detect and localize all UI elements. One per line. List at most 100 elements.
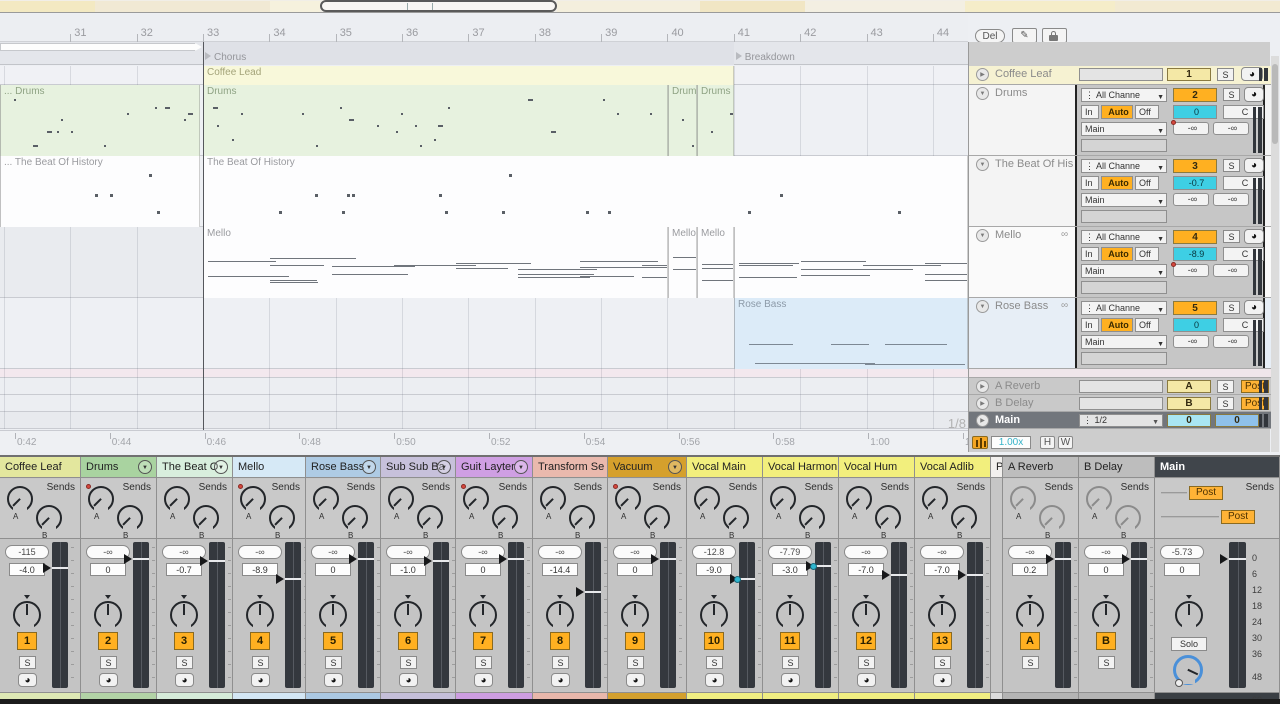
pan-knob[interactable] xyxy=(928,601,956,629)
solo-button[interactable]: S xyxy=(1223,301,1240,314)
peak-level-display[interactable]: -∞ xyxy=(538,545,582,559)
track-fold-button[interactable]: ▶ xyxy=(976,380,989,393)
track-activator[interactable]: 2 xyxy=(98,632,118,650)
send-a-knob[interactable] xyxy=(1010,486,1036,512)
track-activator[interactable]: B xyxy=(1096,632,1116,650)
send-b-knob[interactable] xyxy=(417,505,443,531)
monitor-auto-button[interactable]: Auto xyxy=(1101,318,1133,332)
mixer-track-name[interactable]: Main xyxy=(1160,461,1185,473)
track-activator[interactable]: 10 xyxy=(704,632,724,650)
level-meter[interactable] xyxy=(285,542,301,688)
monitor-in-button[interactable]: In xyxy=(1081,318,1099,332)
pan-knob[interactable] xyxy=(246,601,274,629)
track-io-display[interactable] xyxy=(1081,210,1167,223)
send-b-knob[interactable] xyxy=(492,505,518,531)
solo-button[interactable]: S xyxy=(706,656,723,669)
locator-label[interactable]: Breakdown xyxy=(745,52,795,63)
track-header-row[interactable]: ▶B DelayBSPost xyxy=(969,395,1271,412)
arrangement-clip[interactable]: Rose Bass xyxy=(734,298,968,369)
arrangement-clip[interactable]: ... Drums xyxy=(0,85,200,156)
solo-button[interactable]: Solo xyxy=(1171,637,1207,651)
mixer-track-name[interactable]: Vocal Harmon xyxy=(768,461,837,473)
arm-button[interactable]: ◕ xyxy=(474,673,493,687)
volume-field[interactable]: -4.0 xyxy=(9,563,45,576)
track-activator[interactable]: 1 xyxy=(17,632,37,650)
zoom-width-button[interactable]: W xyxy=(1058,436,1073,449)
timeline-track-lane[interactable] xyxy=(0,369,968,378)
pan-knob[interactable] xyxy=(94,601,122,629)
track-io-display[interactable] xyxy=(1079,397,1163,410)
arm-button[interactable]: ◕ xyxy=(251,673,270,687)
volume-field[interactable]: 0 xyxy=(1088,563,1124,576)
level-meter[interactable] xyxy=(1055,542,1071,688)
send-a-knob[interactable] xyxy=(922,486,948,512)
solo-button[interactable]: S xyxy=(1223,88,1240,101)
track-number-chip[interactable]: 2 xyxy=(1173,88,1217,102)
solo-button[interactable]: S xyxy=(176,656,193,669)
out-meter-value[interactable]: -∞ xyxy=(1213,193,1249,206)
fader-handle[interactable] xyxy=(882,570,890,580)
level-meter[interactable] xyxy=(52,542,68,688)
volume-field[interactable]: 0 xyxy=(1164,563,1200,576)
out-meter-value[interactable]: -∞ xyxy=(1213,335,1249,348)
volume-field[interactable]: 0 xyxy=(617,563,653,576)
monitor-off-button[interactable]: Off xyxy=(1135,247,1159,261)
send-a-knob[interactable] xyxy=(313,486,339,512)
track-name[interactable]: The Beat Of His xyxy=(995,158,1073,170)
peak-level-display[interactable]: -∞ xyxy=(238,545,282,559)
track-header-row[interactable]: ▼Drums⋮ All Channe▼InAutoOffMain▼2S◕0C-∞… xyxy=(969,85,1271,156)
peak-level-display[interactable]: -5.73 xyxy=(1160,545,1204,559)
mixer-track-name[interactable]: Guit Layter xyxy=(461,461,515,473)
volume-field[interactable]: 0 xyxy=(1173,318,1217,332)
input-channel-dropdown[interactable]: ⋮ All Channe▼ xyxy=(1081,301,1167,315)
pan-knob[interactable] xyxy=(546,601,574,629)
peak-level-display[interactable]: -∞ xyxy=(844,545,888,559)
track-io-display[interactable] xyxy=(1081,352,1167,365)
fader-handle[interactable] xyxy=(424,556,432,566)
track-number-chip[interactable]: A xyxy=(1167,380,1211,393)
output-dropdown[interactable]: Main▼ xyxy=(1081,264,1167,278)
solo-button[interactable]: S xyxy=(1217,68,1234,81)
solo-button[interactable]: S xyxy=(934,656,951,669)
monitor-in-button[interactable]: In xyxy=(1081,176,1099,190)
solo-button[interactable]: S xyxy=(782,656,799,669)
send-b-knob[interactable] xyxy=(799,505,825,531)
level-meter[interactable] xyxy=(358,542,374,688)
group-fold-button[interactable]: ▼ xyxy=(138,460,152,474)
track-name[interactable]: Drums xyxy=(995,87,1027,99)
track-activator[interactable]: 6 xyxy=(398,632,418,650)
level-meter[interactable] xyxy=(133,542,149,688)
mixer-track-name[interactable]: Vocal Hum xyxy=(844,461,897,473)
pan-knob[interactable] xyxy=(469,601,497,629)
arrangement-clip[interactable]: Drums xyxy=(203,85,668,156)
volume-field[interactable]: 0 xyxy=(1173,105,1217,119)
arm-button[interactable]: ◕ xyxy=(324,673,343,687)
in-meter-value[interactable]: -∞ xyxy=(1173,193,1209,206)
fader-handle[interactable] xyxy=(43,563,51,573)
peak-level-display[interactable]: -7.79 xyxy=(768,545,812,559)
send-a-knob[interactable] xyxy=(388,486,414,512)
fader-handle[interactable] xyxy=(124,554,132,564)
solo-button[interactable]: S xyxy=(475,656,492,669)
track-activator[interactable]: 11 xyxy=(780,632,800,650)
track-fold-button[interactable]: ▼ xyxy=(976,229,989,242)
volume-field[interactable]: 0 xyxy=(315,563,351,576)
arrangement-timeline[interactable]: ChorusBreakdownCoffee Lead... DrumsDrums… xyxy=(0,42,968,452)
fader-handle[interactable] xyxy=(499,554,507,564)
send-a-knob[interactable] xyxy=(1086,486,1112,512)
follow-icon[interactable] xyxy=(972,436,988,449)
solo-button[interactable]: S xyxy=(325,656,342,669)
track-header-row[interactable]: ▶Coffee Leaf1S◕ xyxy=(969,66,1271,85)
fader-handle[interactable] xyxy=(958,570,966,580)
volume-field[interactable]: -1.0 xyxy=(390,563,426,576)
arm-button[interactable]: ◕ xyxy=(1244,87,1264,102)
volume-field[interactable]: 0 xyxy=(90,563,126,576)
mixer-track-name[interactable]: P xyxy=(996,461,1002,473)
level-meter[interactable] xyxy=(660,542,676,688)
track-io-display[interactable] xyxy=(1081,281,1167,294)
arm-button[interactable]: ◕ xyxy=(175,673,194,687)
vertical-scrollbar[interactable] xyxy=(1271,56,1279,452)
send-b-knob[interactable] xyxy=(875,505,901,531)
level-meter[interactable] xyxy=(585,542,601,688)
track-name[interactable]: Coffee Leaf xyxy=(995,68,1052,80)
